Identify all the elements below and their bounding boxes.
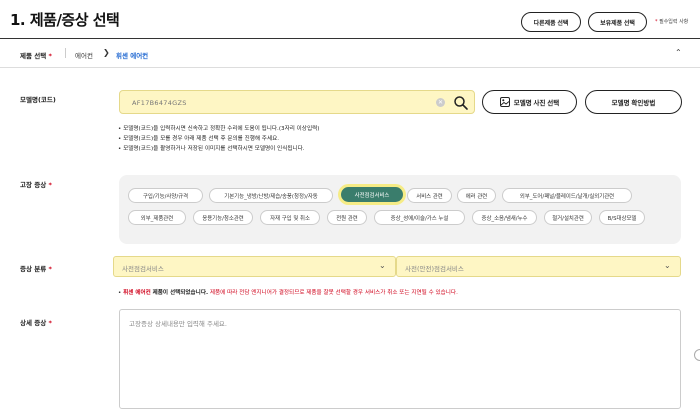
category-note-selected: 제품이 선택되었습니다.	[152, 290, 209, 296]
clear-icon[interactable]: ✕	[436, 98, 445, 107]
chevron-down-icon: ⌄	[379, 261, 386, 270]
detail-textarea[interactable]: 고장증상 상세내용만 입력해 주세요.	[119, 309, 681, 409]
tip-item: 모델명(코드)을 입력하시면 신속하고 정확한 수리에 도움이 됩니다.(3자리…	[118, 124, 319, 134]
category-select-secondary[interactable]: 사전(안전)점검서비스 ⌄	[396, 256, 681, 277]
chevron-down-icon: ⌄	[664, 261, 671, 270]
category-note-product: 휘센 에어컨	[123, 290, 151, 296]
required-star: *	[655, 19, 658, 25]
detail-star: *	[48, 319, 52, 327]
required-note: * 필수입력 사항	[655, 18, 688, 25]
category-select-primary[interactable]: 사전점검서비스 ⌄	[113, 256, 396, 277]
category-note-warning: 제품에 따라 전담 엔지니어가 결정되므로 제품을 잘못 선택할 경우 서비스가…	[209, 290, 458, 296]
model-photo-button[interactable]: 모델명 사진 선택	[482, 90, 577, 114]
category-star: *	[48, 265, 52, 273]
detail-label-text: 상세 증상	[20, 319, 47, 327]
symptom-tag[interactable]: 응용기능/청소관련	[193, 210, 253, 225]
symptom-tag[interactable]: 구입/기능/사양/규격	[128, 188, 203, 203]
owned-product-button[interactable]: 보유제품 선택	[588, 12, 647, 32]
symptom-star: *	[48, 181, 52, 189]
required-note-text: 필수입력 사항	[659, 19, 689, 25]
symptom-tag-panel: 구입/기능/사양/규격 기본기능_냉방/난방/제습/송풍(청정)/자동 사전점검…	[119, 175, 681, 244]
category-label: 증상 분류 *	[20, 263, 52, 273]
breadcrumb-label: 제품 선택 *	[20, 50, 52, 60]
tip-item: 모델명(코드)을 모를 경우 아래 제품 선택 후 문의를 진행해 주세요.	[118, 134, 319, 144]
search-icon[interactable]	[453, 95, 469, 111]
detail-placeholder: 고장증상 상세내용만 입력해 주세요.	[129, 320, 227, 328]
symptom-tag[interactable]: 자재 구입 및 취소	[260, 210, 320, 225]
breadcrumb-item-product[interactable]: 휘센 에어컨	[116, 50, 148, 60]
model-tips: 모델명(코드)을 입력하시면 신속하고 정확한 수리에 도움이 됩니다.(3자리…	[118, 124, 319, 154]
symptom-label-text: 고장 증상	[20, 181, 47, 189]
model-howto-button[interactable]: 모델명 확인방법	[585, 90, 682, 114]
page-title: 1. 제품/증상 선택	[10, 11, 120, 29]
detail-label: 상세 증상 *	[20, 317, 52, 327]
floating-scroll-button[interactable]	[694, 349, 700, 361]
symptom-tag[interactable]: 에러 관련	[457, 188, 496, 203]
model-search-input[interactable]: AF17B6474GZS ✕	[119, 90, 475, 114]
breadcrumb-star: *	[48, 52, 52, 60]
symptom-tag-selected[interactable]: 사전점검서비스	[341, 187, 403, 202]
model-label: 모델명(코드)	[20, 96, 56, 104]
symptom-tag[interactable]: 증상_성에/이슬/가스 누설	[374, 210, 465, 225]
chevron-up-icon[interactable]: ⌃	[675, 48, 682, 57]
category-note: • 휘센 에어컨 제품이 선택되었습니다. 제품에 따라 전담 엔지니어가 결정…	[118, 288, 458, 296]
symptom-tag[interactable]: 기본기능_냉방/난방/제습/송풍(청정)/자동	[209, 188, 333, 203]
breadcrumb: 제품 선택 * 에어컨 ❯ 휘센 에어컨 ⌃	[0, 39, 700, 68]
category-select-secondary-value: 사전(안전)점검서비스	[405, 265, 464, 273]
breadcrumb-item-category[interactable]: 에어컨	[75, 50, 93, 60]
symptom-tag[interactable]: 외부_제품관련	[128, 210, 186, 225]
symptom-tag[interactable]: 외부_도어/패널/블레이드/날개/실외기관련	[502, 188, 632, 203]
tip-item: 모델명(코드)을 촬영하거나 저장된 이미지를 선택하시면 모델명이 인식됩니다…	[118, 144, 319, 154]
category-select-primary-value: 사전점검서비스	[122, 265, 164, 273]
category-label-text: 증상 분류	[20, 265, 47, 273]
other-product-button[interactable]: 다른제품 선택	[521, 12, 581, 32]
symptom-tag[interactable]: B/S대상모델	[599, 210, 645, 225]
symptom-label: 고장 증상 *	[20, 179, 52, 189]
image-icon	[499, 97, 510, 107]
symptom-tag[interactable]: 전원 관련	[327, 210, 367, 225]
breadcrumb-separator	[65, 48, 66, 58]
symptom-tag[interactable]: 서비스 관련	[407, 188, 452, 203]
symptom-tag[interactable]: 증상_소음/냄새/누수	[472, 210, 537, 225]
model-photo-label: 모델명 사진 선택	[513, 100, 560, 107]
category-note-bullet: •	[118, 290, 122, 296]
symptom-tag[interactable]: 철거/설치관련	[544, 210, 592, 225]
breadcrumb-label-text: 제품 선택	[20, 52, 47, 60]
model-input-value: AF17B6474GZS	[132, 99, 187, 107]
chevron-right-icon: ❯	[103, 48, 110, 57]
